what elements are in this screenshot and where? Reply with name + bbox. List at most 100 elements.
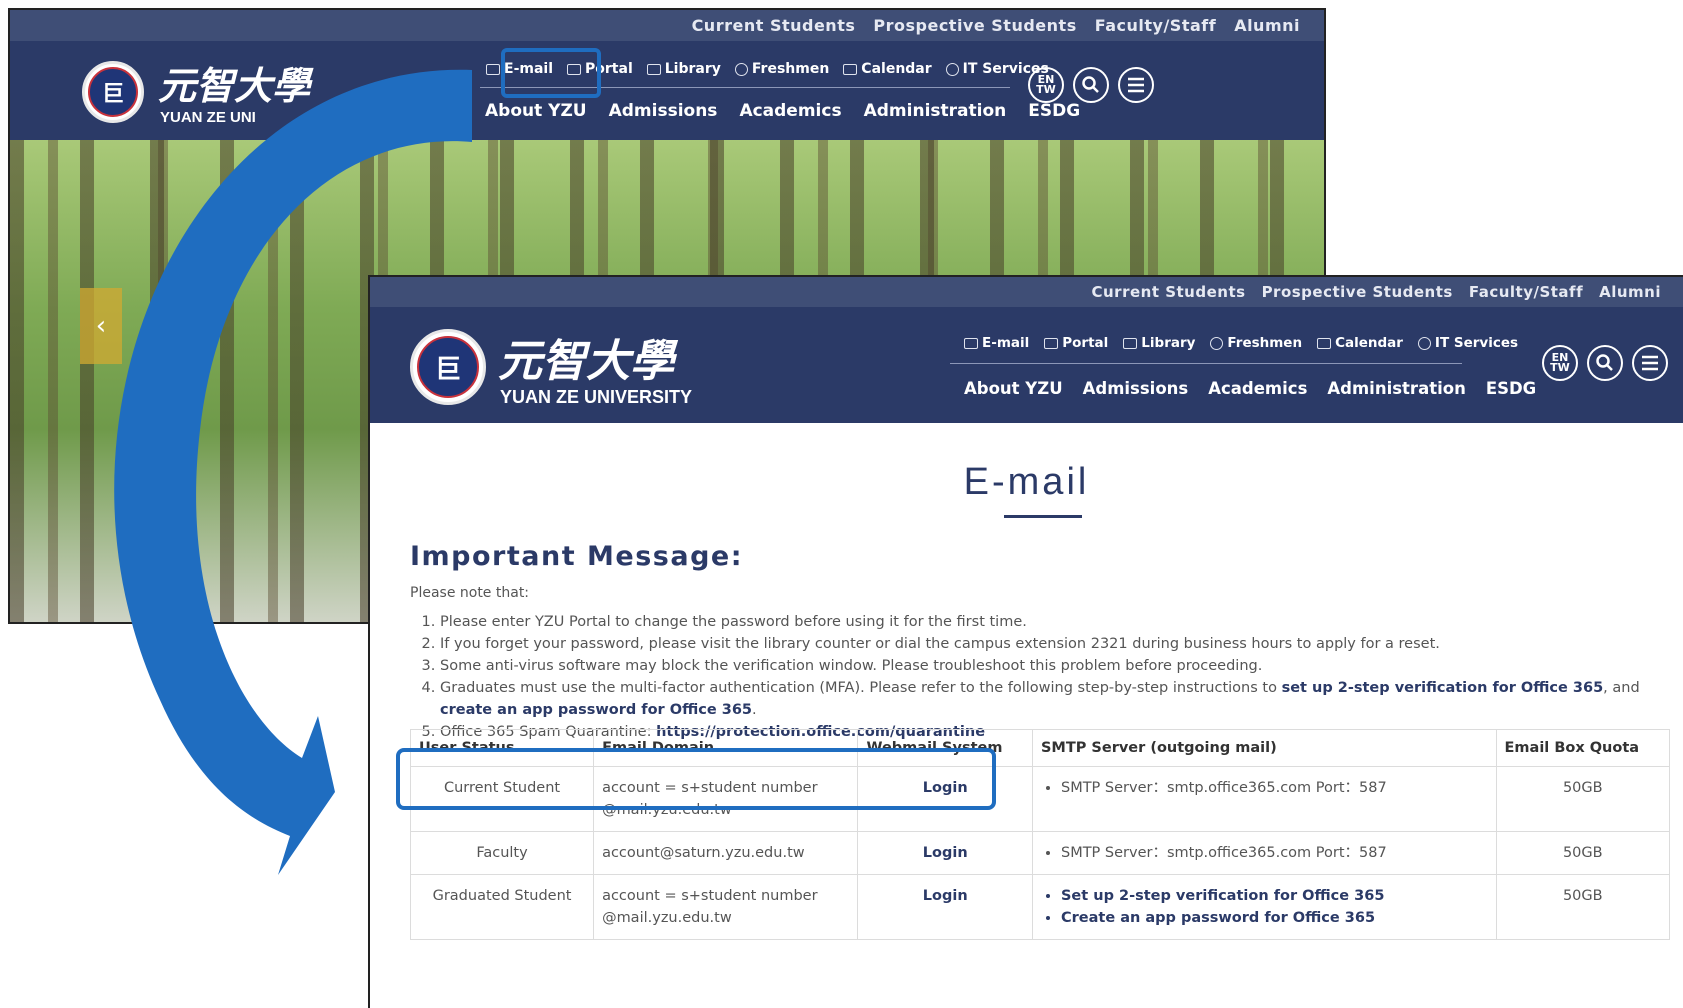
front-top-links-bar: Current Students Prospective Students Fa… [370, 277, 1683, 307]
gear-icon [1417, 336, 1431, 350]
util-freshmen[interactable]: Freshmen [734, 61, 830, 77]
front-language-en-tw-label: EN TW [1550, 351, 1570, 374]
front-top-link-faculty-staff[interactable]: Faculty/Staff [1469, 283, 1583, 301]
carousel-prev-button[interactable]: ‹ [80, 288, 122, 364]
language-en-tw-label: EN TW [1036, 73, 1056, 96]
front-util-portal-label: Portal [1062, 335, 1109, 351]
front-util-freshmen[interactable]: Freshmen [1210, 335, 1302, 351]
hamburger-icon [1128, 77, 1144, 93]
header-email-quota: Email Box Quota [1495, 729, 1671, 767]
front-nav-divider [950, 363, 1462, 364]
cell-quota: 50GB [1495, 874, 1671, 940]
top-links-bar: Current Students Prospective Students Fa… [10, 10, 1324, 41]
logo-english-name: YUAN ZE UNI [160, 109, 256, 126]
important-heading: Important Message: [410, 541, 744, 572]
page-title: E-mail [963, 461, 1090, 503]
nav-about-yzu[interactable]: About YZU [485, 101, 587, 121]
cell-quota: 50GB [1495, 766, 1671, 832]
front-util-calendar[interactable]: Calendar [1317, 335, 1403, 351]
calendar-icon [1317, 337, 1332, 349]
front-search-button[interactable] [1587, 345, 1623, 381]
app-password-table-link[interactable]: Create an app password for Office 365 [1061, 907, 1488, 929]
message-item-1: Please enter YZU Portal to change the pa… [440, 611, 1640, 633]
note-intro: Please note that: [410, 585, 530, 601]
table-row-faculty: Faculty account@saturn.yzu.edu.tw Login … [409, 831, 1671, 875]
portal-icon [1044, 337, 1059, 349]
message-4-text-a: Graduates must use the multi-factor auth… [440, 680, 1282, 696]
front-screenshot: Current Students Prospective Students Fa… [368, 275, 1683, 1008]
mail-icon [964, 337, 978, 349]
app-password-link[interactable]: create an app password for Office 365 [440, 702, 752, 718]
cell-domain: account@saturn.yzu.edu.tw [593, 831, 859, 875]
cell-smtp: Set up 2-step verification for Office 36… [1031, 874, 1497, 940]
front-util-library-label: Library [1141, 335, 1196, 351]
logo-emblem-icon: 巨 [88, 67, 138, 117]
search-icon [1082, 76, 1099, 93]
menu-button[interactable] [1118, 67, 1154, 103]
search-icon [1596, 354, 1613, 371]
front-logo-emblem-icon: 巨 [417, 336, 479, 398]
library-icon [1123, 337, 1138, 349]
front-util-calendar-label: Calendar [1335, 335, 1403, 351]
front-util-portal[interactable]: Portal [1044, 335, 1108, 351]
util-calendar-label: Calendar [861, 61, 932, 77]
front-util-library[interactable]: Library [1123, 335, 1195, 351]
logo-chinese-name: 元智大學 [158, 63, 311, 108]
setup-2-step-link[interactable]: set up 2-step verification for Office 36… [1282, 680, 1604, 696]
front-nav-band: 巨 元智大學 YUAN ZE UNIVERSITY E-mail Portal … [370, 307, 1683, 423]
setup-2-step-table-link[interactable]: Set up 2-step verification for Office 36… [1061, 885, 1488, 907]
mail-icon [486, 63, 500, 75]
gear-icon [945, 62, 959, 76]
freshmen-icon [1210, 336, 1224, 350]
cell-domain-line-1: account = s+student number [602, 888, 818, 904]
search-button[interactable] [1073, 67, 1109, 103]
nav-academics[interactable]: Academics [739, 101, 841, 121]
university-logo[interactable]: 巨 [82, 61, 144, 123]
language-toggle[interactable]: EN TW [1028, 67, 1064, 103]
util-freshmen-label: Freshmen [751, 61, 830, 77]
top-link-current-students[interactable]: Current Students [692, 16, 856, 35]
front-top-link-alumni[interactable]: Alumni [1599, 283, 1661, 301]
util-library[interactable]: Library [646, 61, 721, 77]
header-smtp-server: SMTP Server (outgoing mail) [1031, 729, 1497, 767]
nav-administration[interactable]: Administration [864, 101, 1007, 121]
util-library-label: Library [664, 61, 721, 77]
front-utility-links: E-mail Portal Library Freshmen Calendar … [964, 335, 1518, 351]
front-language-toggle[interactable]: EN TW [1542, 345, 1578, 381]
util-calendar[interactable]: Calendar [843, 61, 932, 77]
top-link-prospective-students[interactable]: Prospective Students [873, 16, 1076, 35]
top-link-alumni[interactable]: Alumni [1234, 16, 1300, 35]
current-student-row-highlight [396, 748, 996, 810]
cell-smtp: SMTP Server：smtp.office365.com Port：587 [1031, 831, 1497, 875]
front-nav-about-yzu[interactable]: About YZU [964, 379, 1063, 398]
smtp-item: SMTP Server：smtp.office365.com Port：587 [1061, 842, 1488, 864]
front-top-link-prospective-students[interactable]: Prospective Students [1262, 283, 1453, 301]
graduated-login-link[interactable]: Login [857, 874, 1033, 940]
front-util-email-label: E-mail [982, 335, 1030, 351]
front-nav-academics[interactable]: Academics [1208, 379, 1307, 398]
front-menu-button[interactable] [1632, 345, 1668, 381]
cell-domain: account = s+student number @mail.yzu.edu.… [593, 874, 859, 940]
title-underline [1004, 515, 1082, 518]
front-top-link-current-students[interactable]: Current Students [1091, 283, 1245, 301]
nav-esdg[interactable]: ESDG [1028, 101, 1080, 121]
calendar-icon [843, 63, 858, 75]
front-nav-esdg[interactable]: ESDG [1486, 379, 1536, 398]
front-nav-admissions[interactable]: Admissions [1083, 379, 1189, 398]
hamburger-icon [1642, 355, 1658, 371]
main-nav: About YZU Admissions Academics Administr… [485, 101, 1080, 121]
nav-admissions[interactable]: Admissions [609, 101, 718, 121]
front-nav-administration[interactable]: Administration [1327, 379, 1465, 398]
cell-quota: 50GB [1495, 831, 1671, 875]
front-main-nav: About YZU Admissions Academics Administr… [964, 379, 1536, 398]
cell-status: Faculty [409, 831, 595, 875]
nav-band: 巨 元智大學 YUAN ZE UNI E-mail Portal Library… [10, 41, 1324, 140]
freshmen-icon [734, 62, 748, 76]
front-util-it-services[interactable]: IT Services [1417, 335, 1518, 351]
message-4-text-b: , and [1603, 680, 1640, 696]
faculty-login-link[interactable]: Login [857, 831, 1033, 875]
front-util-email[interactable]: E-mail [964, 335, 1029, 351]
front-university-logo[interactable]: 巨 [410, 329, 486, 405]
cell-domain-line-2: @mail.yzu.edu.tw [602, 910, 732, 926]
top-link-faculty-staff[interactable]: Faculty/Staff [1095, 16, 1216, 35]
